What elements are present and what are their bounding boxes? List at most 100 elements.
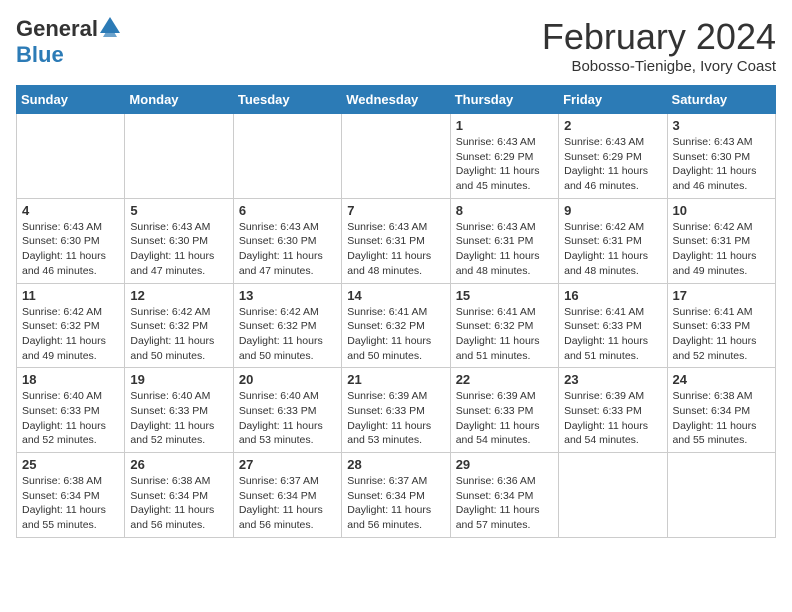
calendar-cell: 29 Sunrise: 6:36 AM Sunset: 6:34 PM Dayli… (450, 453, 558, 538)
calendar-cell: 27 Sunrise: 6:37 AM Sunset: 6:34 PM Dayli… (233, 453, 341, 538)
subtitle: Bobosso-Tienigbe, Ivory Coast (542, 58, 776, 75)
day-info: Sunrise: 6:42 AM Sunset: 6:32 PM Dayligh… (22, 305, 119, 364)
calendar-cell: 6 Sunrise: 6:43 AM Sunset: 6:30 PM Daylig… (233, 198, 341, 283)
calendar-cell: 22 Sunrise: 6:39 AM Sunset: 6:33 PM Dayli… (450, 368, 558, 453)
weekday-header: Wednesday (342, 86, 450, 114)
day-number: 9 (564, 203, 661, 218)
weekday-header: Thursday (450, 86, 558, 114)
day-number: 28 (347, 457, 444, 472)
day-info: Sunrise: 6:42 AM Sunset: 6:32 PM Dayligh… (239, 305, 336, 364)
logo-blue: Blue (16, 42, 64, 67)
calendar-cell: 12 Sunrise: 6:42 AM Sunset: 6:32 PM Dayli… (125, 283, 233, 368)
day-info: Sunrise: 6:39 AM Sunset: 6:33 PM Dayligh… (564, 389, 661, 448)
calendar-cell: 20 Sunrise: 6:40 AM Sunset: 6:33 PM Dayli… (233, 368, 341, 453)
calendar-cell: 21 Sunrise: 6:39 AM Sunset: 6:33 PM Dayli… (342, 368, 450, 453)
day-number: 11 (22, 288, 119, 303)
day-number: 7 (347, 203, 444, 218)
calendar-week-row: 18Sunrise: 6:40 AM Sunset: 6:33 PM Dayli… (17, 368, 776, 453)
weekday-header: Saturday (667, 86, 775, 114)
calendar-cell: 15 Sunrise: 6:41 AM Sunset: 6:32 PM Dayli… (450, 283, 558, 368)
day-number: 12 (130, 288, 227, 303)
day-info: Sunrise: 6:43 AM Sunset: 6:30 PM Dayligh… (22, 220, 119, 279)
day-info: Sunrise: 6:43 AM Sunset: 6:29 PM Dayligh… (456, 135, 553, 194)
day-info: Sunrise: 6:42 AM Sunset: 6:31 PM Dayligh… (564, 220, 661, 279)
day-info: Sunrise: 6:41 AM Sunset: 6:32 PM Dayligh… (347, 305, 444, 364)
calendar-table: SundayMondayTuesdayWednesdayThursdayFrid… (16, 85, 776, 538)
day-info: Sunrise: 6:37 AM Sunset: 6:34 PM Dayligh… (239, 474, 336, 533)
logo-general: General (16, 16, 98, 42)
calendar-cell: 25Sunrise: 6:38 AM Sunset: 6:34 PM Dayli… (17, 453, 125, 538)
calendar-cell: 13 Sunrise: 6:42 AM Sunset: 6:32 PM Dayli… (233, 283, 341, 368)
day-number: 19 (130, 372, 227, 387)
calendar-cell: 1 Sunrise: 6:43 AM Sunset: 6:29 PM Daylig… (450, 114, 558, 199)
day-number: 14 (347, 288, 444, 303)
calendar-cell: 4 Sunrise: 6:43 AM Sunset: 6:30 PM Daylig… (17, 198, 125, 283)
day-info: Sunrise: 6:39 AM Sunset: 6:33 PM Dayligh… (347, 389, 444, 448)
day-number: 16 (564, 288, 661, 303)
day-info: Sunrise: 6:39 AM Sunset: 6:33 PM Dayligh… (456, 389, 553, 448)
day-number: 26 (130, 457, 227, 472)
calendar-cell: 16 Sunrise: 6:41 AM Sunset: 6:33 PM Dayli… (559, 283, 667, 368)
day-info: Sunrise: 6:41 AM Sunset: 6:32 PM Dayligh… (456, 305, 553, 364)
day-number: 23 (564, 372, 661, 387)
day-info: Sunrise: 6:40 AM Sunset: 6:33 PM Dayligh… (130, 389, 227, 448)
calendar-cell: 23 Sunrise: 6:39 AM Sunset: 6:33 PM Dayli… (559, 368, 667, 453)
calendar-cell: 3Sunrise: 6:43 AM Sunset: 6:30 PM Daylig… (667, 114, 775, 199)
calendar-cell: 11 Sunrise: 6:42 AM Sunset: 6:32 PM Dayli… (17, 283, 125, 368)
day-number: 17 (673, 288, 770, 303)
calendar-cell (233, 114, 341, 199)
calendar-cell: 26 Sunrise: 6:38 AM Sunset: 6:34 PM Dayli… (125, 453, 233, 538)
calendar-cell: 17 Sunrise: 6:41 AM Sunset: 6:33 PM Dayli… (667, 283, 775, 368)
day-number: 24 (673, 372, 770, 387)
day-info: Sunrise: 6:38 AM Sunset: 6:34 PM Dayligh… (673, 389, 770, 448)
calendar-week-row: 4 Sunrise: 6:43 AM Sunset: 6:30 PM Daylig… (17, 198, 776, 283)
calendar-cell: 18Sunrise: 6:40 AM Sunset: 6:33 PM Dayli… (17, 368, 125, 453)
day-info: Sunrise: 6:42 AM Sunset: 6:32 PM Dayligh… (130, 305, 227, 364)
day-number: 3 (673, 118, 770, 133)
day-info: Sunrise: 6:43 AM Sunset: 6:30 PM Dayligh… (130, 220, 227, 279)
day-info: Sunrise: 6:36 AM Sunset: 6:34 PM Dayligh… (456, 474, 553, 533)
calendar-cell: 9 Sunrise: 6:42 AM Sunset: 6:31 PM Daylig… (559, 198, 667, 283)
day-number: 27 (239, 457, 336, 472)
logo-icon (100, 17, 120, 37)
calendar-cell: 7 Sunrise: 6:43 AM Sunset: 6:31 PM Daylig… (342, 198, 450, 283)
calendar-cell: 8Sunrise: 6:43 AM Sunset: 6:31 PM Daylig… (450, 198, 558, 283)
calendar-cell: 10 Sunrise: 6:42 AM Sunset: 6:31 PM Dayli… (667, 198, 775, 283)
title-area: February 2024 Bobosso-Tienigbe, Ivory Co… (542, 16, 776, 75)
day-number: 6 (239, 203, 336, 218)
calendar-cell: 19 Sunrise: 6:40 AM Sunset: 6:33 PM Dayli… (125, 368, 233, 453)
day-info: Sunrise: 6:41 AM Sunset: 6:33 PM Dayligh… (673, 305, 770, 364)
calendar-cell (17, 114, 125, 199)
day-info: Sunrise: 6:42 AM Sunset: 6:31 PM Dayligh… (673, 220, 770, 279)
day-info: Sunrise: 6:43 AM Sunset: 6:30 PM Dayligh… (239, 220, 336, 279)
weekday-header: Monday (125, 86, 233, 114)
calendar-cell: 14 Sunrise: 6:41 AM Sunset: 6:32 PM Dayli… (342, 283, 450, 368)
day-number: 10 (673, 203, 770, 218)
day-number: 25 (22, 457, 119, 472)
day-number: 13 (239, 288, 336, 303)
day-number: 4 (22, 203, 119, 218)
day-number: 22 (456, 372, 553, 387)
logo: General Blue (16, 16, 120, 68)
calendar-cell: 24 Sunrise: 6:38 AM Sunset: 6:34 PM Dayli… (667, 368, 775, 453)
day-info: Sunrise: 6:41 AM Sunset: 6:33 PM Dayligh… (564, 305, 661, 364)
day-info: Sunrise: 6:43 AM Sunset: 6:31 PM Dayligh… (347, 220, 444, 279)
calendar-cell: 5 Sunrise: 6:43 AM Sunset: 6:30 PM Daylig… (125, 198, 233, 283)
calendar-week-row: 11 Sunrise: 6:42 AM Sunset: 6:32 PM Dayli… (17, 283, 776, 368)
calendar-cell: 2Sunrise: 6:43 AM Sunset: 6:29 PM Daylig… (559, 114, 667, 199)
day-info: Sunrise: 6:40 AM Sunset: 6:33 PM Dayligh… (22, 389, 119, 448)
day-number: 15 (456, 288, 553, 303)
day-info: Sunrise: 6:43 AM Sunset: 6:29 PM Dayligh… (564, 135, 661, 194)
calendar-header-row: SundayMondayTuesdayWednesdayThursdayFrid… (17, 86, 776, 114)
day-number: 5 (130, 203, 227, 218)
day-info: Sunrise: 6:38 AM Sunset: 6:34 PM Dayligh… (130, 474, 227, 533)
calendar-cell: 28Sunrise: 6:37 AM Sunset: 6:34 PM Dayli… (342, 453, 450, 538)
page-header: General Blue February 2024 Bobosso-Tieni… (16, 16, 776, 75)
calendar-week-row: 1 Sunrise: 6:43 AM Sunset: 6:29 PM Daylig… (17, 114, 776, 199)
day-info: Sunrise: 6:40 AM Sunset: 6:33 PM Dayligh… (239, 389, 336, 448)
day-number: 20 (239, 372, 336, 387)
day-number: 21 (347, 372, 444, 387)
day-number: 1 (456, 118, 553, 133)
weekday-header: Friday (559, 86, 667, 114)
day-number: 29 (456, 457, 553, 472)
